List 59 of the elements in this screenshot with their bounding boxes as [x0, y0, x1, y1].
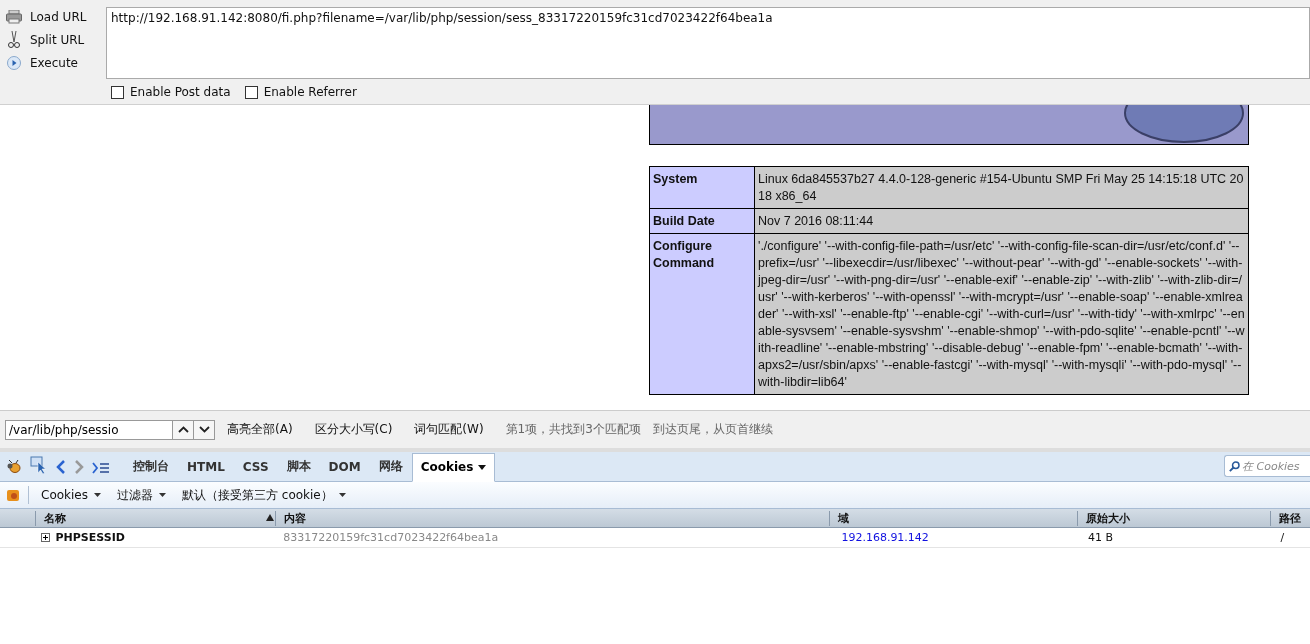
dropdown-menu-button[interactable]: 过滤器: [113, 486, 170, 504]
hackbar-action-button[interactable]: Split URL: [28, 33, 87, 47]
inspect-pointer-icon[interactable]: [30, 456, 48, 474]
cookie-path: /: [1280, 531, 1285, 544]
find-status-text: 到达页尾，从页首继续: [652, 421, 773, 438]
checkbox-label: Enable Post data: [130, 85, 231, 99]
find-option-button[interactable]: 区分大小写(C): [314, 421, 393, 438]
cookie-size: 41 B: [1088, 531, 1114, 544]
info-key-cell: Configure Command: [649, 233, 755, 395]
panel-tab[interactable]: 网络: [369, 453, 412, 481]
column-header[interactable]: 内容: [274, 510, 829, 526]
info-key-cell: System: [649, 166, 755, 209]
find-option-button[interactable]: 词句匹配(W): [414, 421, 484, 438]
caret-icon: [478, 464, 487, 470]
expand-icon[interactable]: [40, 533, 50, 542]
panel-tab[interactable]: HTML: [178, 453, 234, 481]
scissors-icon: [6, 31, 22, 49]
chevron-down-icon: [198, 426, 210, 433]
cookie-name: PHPSESSID: [55, 531, 125, 544]
sort-arrow-icon: [266, 514, 274, 521]
panel-tab[interactable]: 控制台: [124, 453, 178, 481]
dropdown-menu-button[interactable]: Cookies: [37, 488, 105, 502]
dropdown-menu-button[interactable]: 默认（接受第三方 cookie）: [178, 486, 350, 504]
cookie-value: 83317220159fc31cd7023422f64bea1a: [283, 531, 499, 544]
checkbox[interactable]: [244, 85, 258, 99]
info-value-cell: Nov 7 2016 08:11:44: [754, 208, 1249, 234]
column-header[interactable]: 原始大小: [1076, 510, 1271, 526]
find-previous-button[interactable]: [172, 419, 194, 440]
cookie-icon[interactable]: [6, 488, 20, 502]
info-value-cell: './configure' '--with-config-file-path=/usr/etc' '--with-config-file-scan-dir=/usr/etc/conf.d' '--prefix=/usr' '--libexecdir=/usr/libexec' '--without-pear' '--with-gd' '--enable-sockets' '--with-jpeg-dir=/usr' '--with-png-dir=/usr' '--enable-exif' '--enable-zip' '--with-zlib' '--with-zlib-dir=/usr' '--with-kerberos' '--with-openssl' '--with-mcrypt=/usr' '--enable-soap' '--enable-xmlreader' '--with-xsl' '--enable-ftp' '--enable-cgi' '--with-curl=/usr' '--with-tidy' '--with-xmlrpc' '--enable-sysvsem' '--enable-sysvshm' '--enable-shmop' '--with-pdo-sqlite' '--enable-pcntl' '--with-readline' '--enable-mbstring' '--disable-debug' '--enable-fpm' '--enable-bcmath' '--with-apxs2=/usr/sbin/apxs' '--enable-fastcgi' '--with-mysql' '--with-mysqli' '--with-pdo-mysql' '--with-libdir=lib64': [754, 233, 1249, 395]
panel-tab[interactable]: 脚本: [277, 453, 320, 481]
find-input-field[interactable]: /var/lib/php/sessio: [5, 419, 173, 440]
info-key-cell: Build Date: [649, 208, 755, 234]
find-next-button[interactable]: [193, 419, 215, 440]
checkbox[interactable]: [111, 85, 124, 99]
play-icon: [6, 56, 22, 70]
search-field[interactable]: 在 Cookies: [1224, 455, 1310, 477]
cookie-domain: 192.168.91.142: [841, 531, 929, 544]
caret-icon: [338, 493, 346, 497]
panel-tab[interactable]: Cookies: [411, 453, 496, 482]
url-input-field[interactable]: http://192.168.91.142:8080/fi.php?filename=/var/lib/php/session/sess_83317220159fc31cd7023422f64bea1a: [106, 7, 1310, 79]
panel-tab[interactable]: DOM: [319, 453, 370, 481]
php-logo-icon: [1124, 105, 1244, 143]
hackbar-action-button[interactable]: Load URL: [28, 10, 89, 24]
panel-tab[interactable]: CSS: [233, 453, 278, 481]
printer-icon: [6, 10, 22, 24]
search-icon: [1229, 459, 1240, 473]
command-line-icon[interactable]: [92, 462, 110, 474]
caret-icon: [94, 493, 101, 497]
find-status-text: 第1项，共找到3个匹配项: [505, 421, 641, 438]
checkbox-label: Enable Referrer: [263, 85, 357, 99]
caret-icon: [159, 493, 166, 497]
column-header[interactable]: 域: [828, 510, 1077, 526]
column-header[interactable]: 路径: [1270, 510, 1310, 526]
chevron-up-icon: [177, 426, 189, 433]
find-option-button[interactable]: 高亮全部(A): [227, 421, 293, 438]
info-value-cell: Linux 6da845537b27 4.4.0-128-generic #154-Ubuntu SMP Fri May 25 14:15:18 UTC 2018 x86_64: [754, 166, 1249, 209]
hackbar-action-button[interactable]: Execute: [28, 56, 80, 70]
bug-icon[interactable]: [6, 460, 22, 474]
